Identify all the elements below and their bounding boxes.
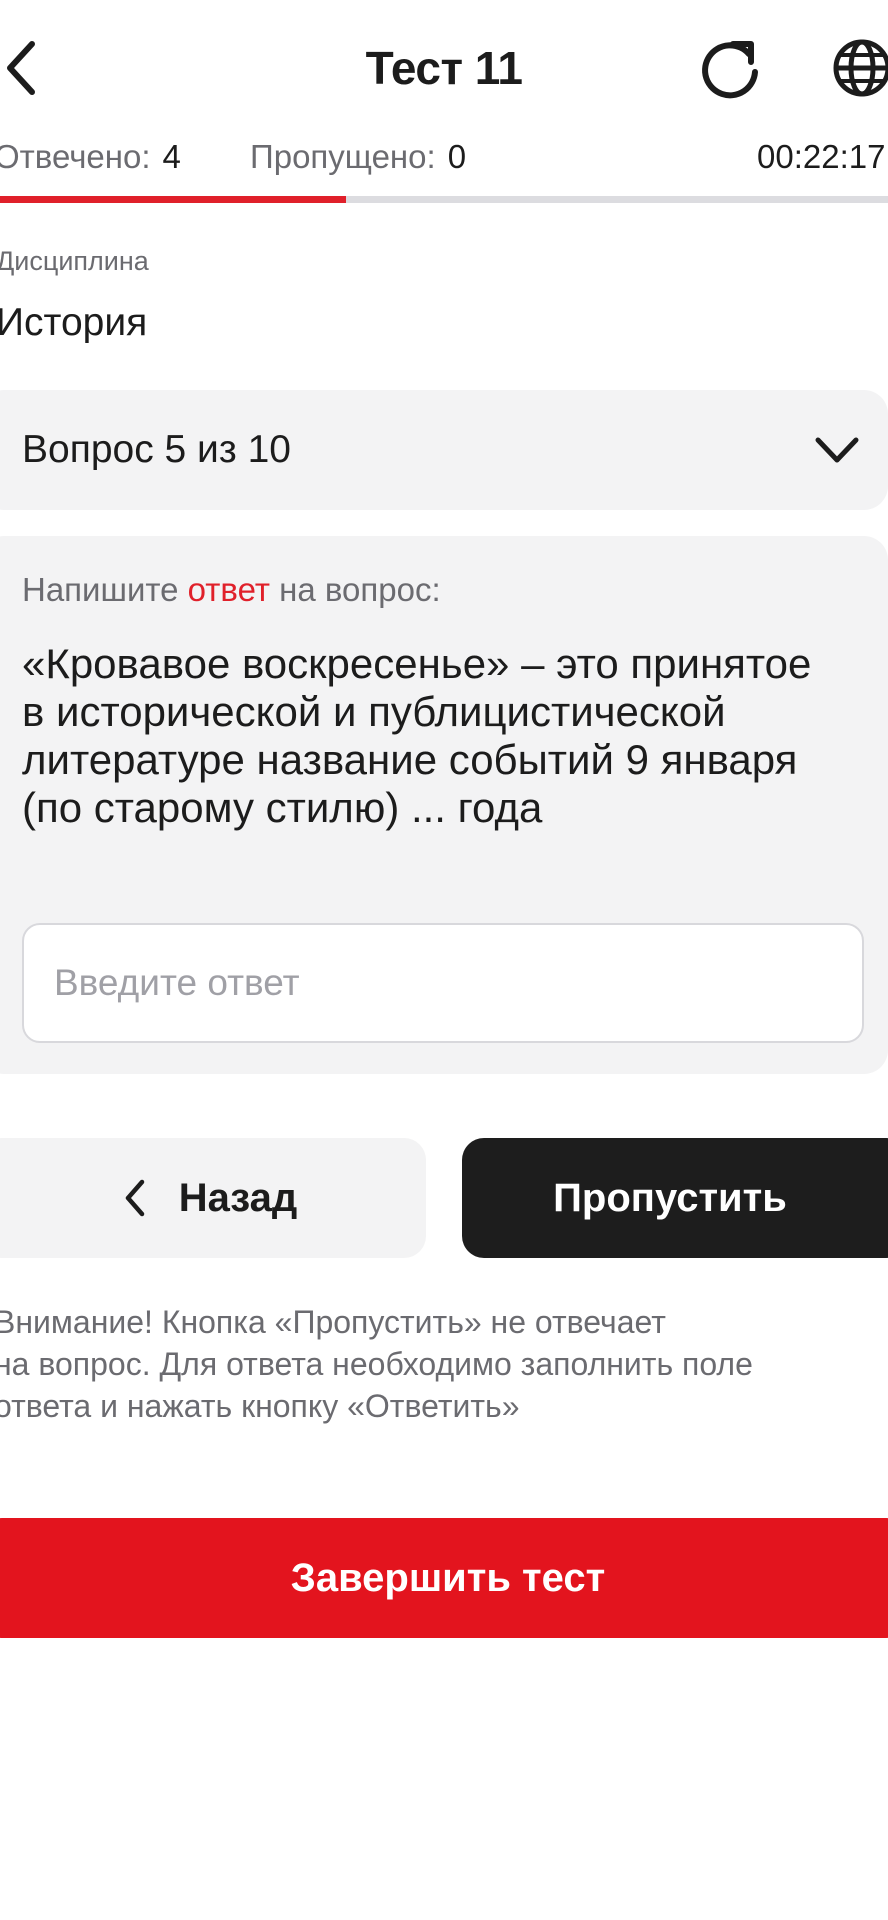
language-button[interactable]	[826, 32, 888, 104]
prompt-text-start: Напишите	[22, 571, 188, 608]
chevron-left-icon	[125, 1179, 144, 1217]
question-selector-label: Вопрос 5 из 10	[22, 428, 291, 471]
refresh-icon	[702, 41, 758, 99]
answered-stat: Отвечено: 4	[0, 132, 181, 182]
skip-warning: Внимание! Кнопка «Пропустить» не отвечае…	[0, 1304, 753, 1424]
test-stats: Отвечено: 4 Пропущено: 0 00:22:17	[0, 132, 888, 182]
question-text: «Кровавое воскресенье» – это принятое в …	[22, 640, 812, 831]
timer: 00:22:17	[757, 138, 886, 175]
globe-icon	[833, 39, 888, 97]
prompt-text-end: на вопрос:	[269, 571, 441, 608]
discipline-value: История	[0, 301, 148, 344]
question-card: Напишите ответ на вопрос: «Кровавое воск…	[0, 536, 888, 1074]
skipped-label: Пропущено:	[250, 138, 436, 175]
skip-button-label: Пропустить	[553, 1175, 787, 1220]
answer-input[interactable]	[22, 923, 864, 1043]
skipped-count: 0	[447, 138, 467, 175]
answered-count: 4	[162, 138, 181, 175]
discipline-label: Дисциплина	[0, 246, 149, 276]
back-question-button[interactable]: Назад	[0, 1138, 426, 1258]
prompt-accent: ответ	[187, 571, 270, 608]
progress-bar-fill	[0, 196, 347, 203]
question-selector[interactable]: Вопрос 5 из 10	[0, 390, 888, 510]
skipped-stat: Пропущено: 0	[250, 132, 466, 182]
progress-bar	[0, 196, 888, 203]
finish-test-label: Завершить тест	[290, 1555, 606, 1600]
refresh-button[interactable]	[695, 32, 767, 104]
skip-button[interactable]: Пропустить	[462, 1138, 888, 1258]
question-prompt: Напишите ответ на вопрос:	[22, 568, 441, 612]
answered-label: Отвечено:	[0, 138, 151, 175]
chevron-down-icon	[815, 437, 859, 463]
finish-test-button[interactable]: Завершить тест	[0, 1518, 888, 1638]
back-question-label: Назад	[178, 1175, 298, 1220]
